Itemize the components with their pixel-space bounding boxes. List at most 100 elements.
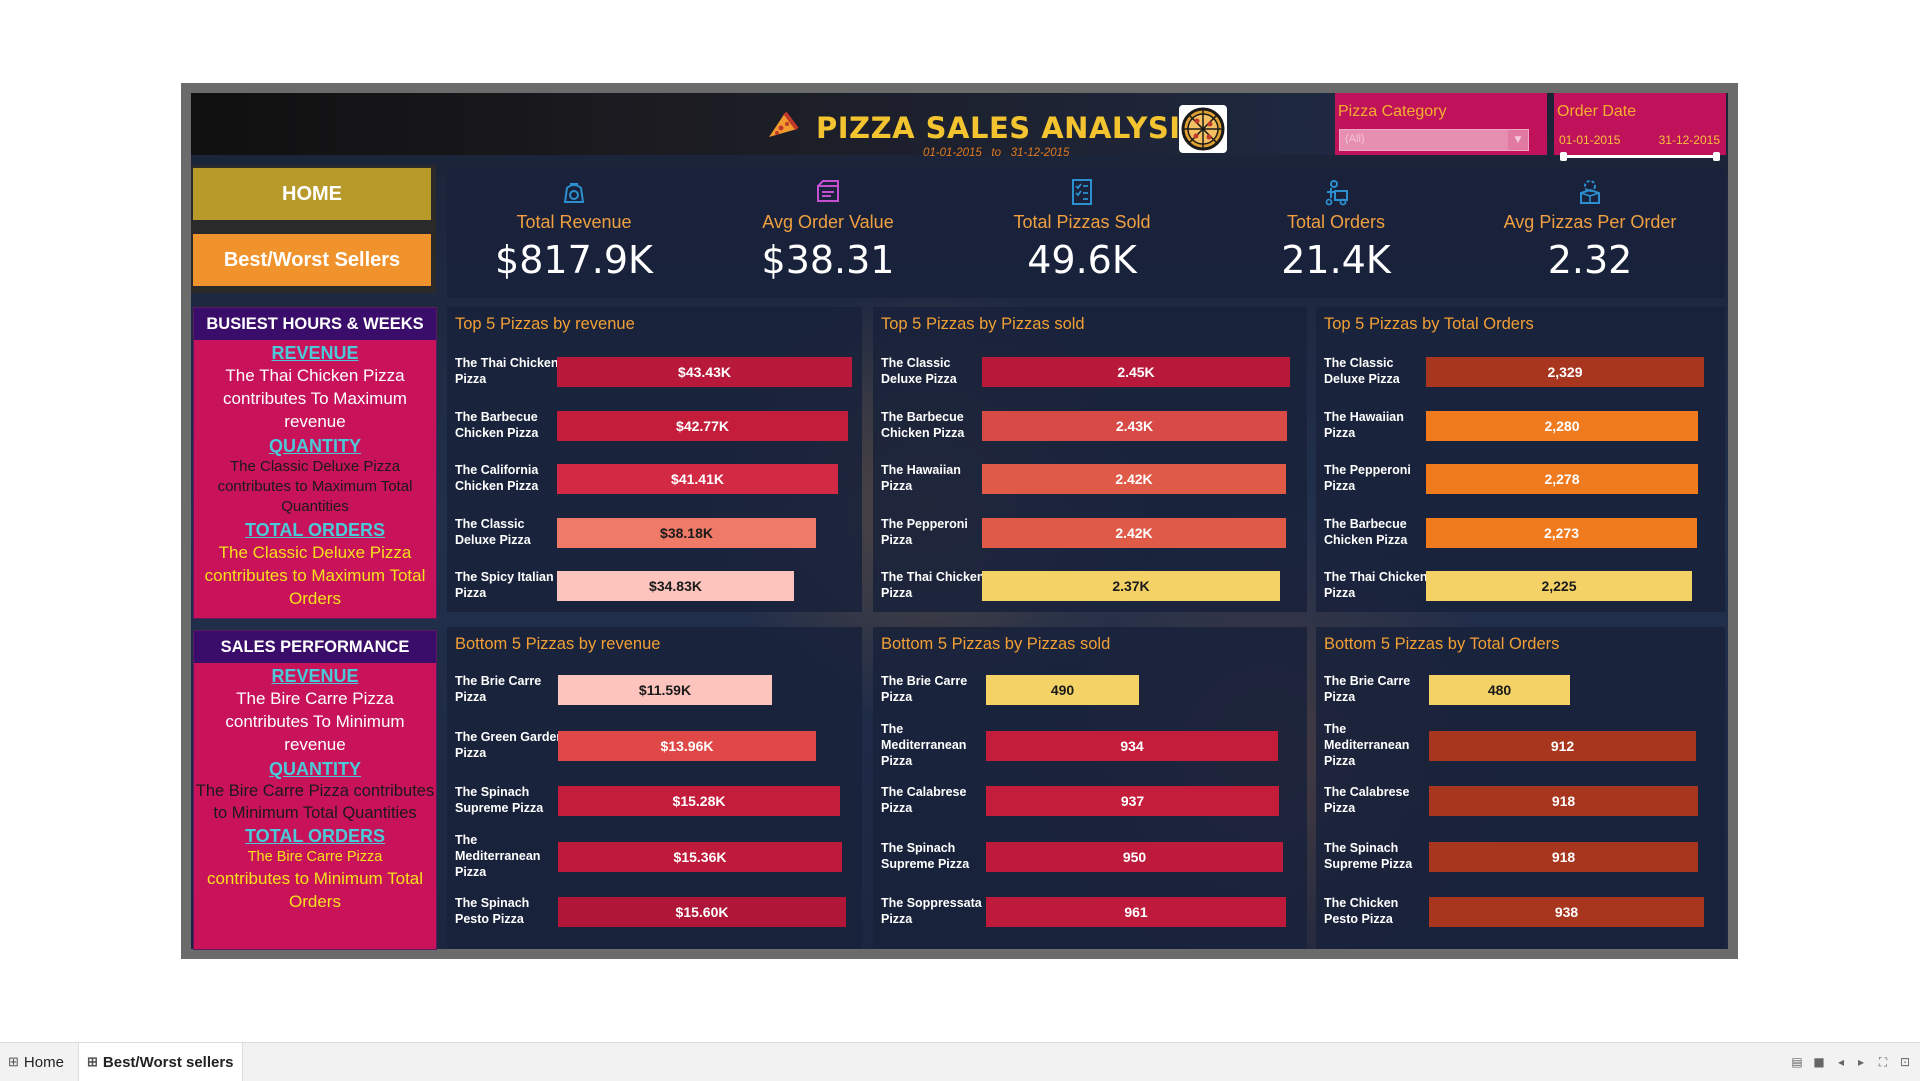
bar-category-label: The Spinach Supreme Pizza: [881, 840, 970, 871]
next-sheet-icon[interactable]: ▸: [1854, 1055, 1868, 1069]
date-range-slider[interactable]: [1562, 155, 1718, 158]
bar[interactable]: 934: [986, 730, 1278, 761]
chart-title: Top 5 Pizzas by Pizzas sold: [881, 315, 1085, 333]
bar[interactable]: 2.42K: [982, 517, 1286, 548]
busiest-quantity-text: The Classic Deluxe Pizza contributes to …: [217, 458, 413, 515]
home-button[interactable]: HOME: [193, 168, 431, 220]
chevron-down-icon[interactable]: ▼: [1508, 130, 1528, 150]
bar-value-label: $13.96K: [660, 737, 714, 754]
fullscreen-icon[interactable]: ⛶: [1876, 1055, 1890, 1069]
bar-row: The Spinach Pesto Pizza $15.60K: [447, 889, 862, 933]
bar-row: The Calabrese Pizza 918: [1316, 778, 1725, 822]
chart-title: Bottom 5 Pizzas by Pizzas sold: [881, 635, 1111, 653]
sales-performance-card: SALES PERFORMANCE REVENUE The Bire Carre…: [193, 630, 437, 950]
bar[interactable]: $15.36K: [558, 841, 842, 872]
bar[interactable]: 2.43K: [982, 410, 1287, 441]
best-worst-sellers-button[interactable]: Best/Worst Sellers: [193, 234, 431, 286]
bar-row: The Mediterranean Pizza $15.36K: [447, 832, 862, 879]
bar-value-label: 2.45K: [1117, 364, 1155, 380]
money-bag-icon: [563, 183, 585, 203]
bar[interactable]: $43.43K: [557, 357, 852, 387]
bar-value-label: 2,329: [1547, 364, 1583, 380]
bar-category-label: The Brie Carre Pizza: [455, 674, 542, 704]
bar[interactable]: 2,329: [1426, 357, 1704, 387]
grid-icon: ⊞: [87, 1054, 98, 1069]
previous-sheet-icon[interactable]: ◂: [1834, 1055, 1848, 1069]
kpi-value: $817.9K: [495, 238, 653, 282]
date-slider-end-handle[interactable]: [1713, 152, 1720, 161]
bar[interactable]: $34.83K: [557, 571, 794, 601]
pizza-category-value: (All): [1345, 133, 1365, 145]
order-date-filter: Order Date 01-01-2015 31-12-2015: [1554, 93, 1726, 161]
tab-home[interactable]: ⊞ Home: [8, 1043, 64, 1081]
bar-row: The Chicken Pesto Pizza 938: [1316, 889, 1725, 933]
checklist-icon: [1072, 179, 1092, 205]
bar[interactable]: 2,273: [1426, 517, 1697, 548]
bar-category-label: The Mediterranean Pizza: [455, 832, 541, 879]
bar-category-label: The Classic Deluxe Pizza: [881, 356, 957, 386]
busiest-orders-heading: TOTAL ORDERS: [244, 520, 385, 540]
bar[interactable]: 2,278: [1426, 464, 1698, 494]
bar[interactable]: $11.59K: [558, 675, 772, 705]
pizza-category-label: Pizza Category: [1338, 103, 1447, 120]
bar-value-label: 2,273: [1543, 524, 1580, 541]
bar[interactable]: 912: [1429, 730, 1696, 761]
bar-value-label: 912: [1550, 737, 1575, 754]
bar-category-label: The Spicy Italian Pizza: [455, 570, 554, 600]
pizza-logo-icon: [1179, 105, 1227, 153]
date-range-subtitle: 01-01-2015 to 31-12-2015: [923, 147, 1070, 159]
bar-category-label: The Classic Deluxe Pizza: [455, 516, 531, 547]
bar-category-label: The Pepperoni Pizza: [1324, 463, 1411, 493]
bar-row: The Spinach Supreme Pizza 918: [1316, 834, 1725, 878]
bar[interactable]: 480: [1429, 675, 1570, 705]
bar[interactable]: $15.60K: [558, 897, 846, 927]
bar-row: The Pepperoni Pizza 2,278: [1316, 456, 1725, 500]
bar[interactable]: 490: [986, 675, 1139, 705]
bar[interactable]: 918: [1429, 841, 1698, 872]
bar-row: The Brie Carre Pizza 480: [1316, 667, 1725, 711]
bar[interactable]: 2,280: [1426, 410, 1698, 441]
bar-value-label: $34.83K: [649, 578, 702, 594]
pizza-category-dropdown[interactable]: (All) ▼: [1339, 129, 1529, 151]
view-single-icon[interactable]: ■: [1812, 1055, 1826, 1069]
bar[interactable]: $42.77K: [557, 410, 848, 441]
sales-quantity-heading: QUANTITY: [269, 759, 361, 779]
bar[interactable]: 2.45K: [982, 357, 1290, 387]
bar-category-label: The Brie Carre Pizza: [881, 674, 968, 704]
bar-value-label: $38.18K: [660, 524, 713, 541]
pizza-slice-icon: [769, 111, 799, 137]
bar-category-label: The Green Garden Pizza: [455, 729, 565, 760]
tab-label: Best/Worst sellers: [102, 1053, 234, 1071]
tab-best-worst-sellers[interactable]: ⊞ Best/Worst sellers: [78, 1043, 243, 1081]
bar[interactable]: 961: [986, 897, 1286, 927]
kpi-total-orders: Total Orders 21.4K: [1209, 168, 1463, 298]
top5-pizzas-sold-chart: Top 5 Pizzas by Pizzas sold The Classic …: [873, 307, 1307, 612]
dashboard: PIZZA SALES ANALYSIS 01-01-2015 to 31-12…: [181, 83, 1738, 959]
bar[interactable]: 950: [986, 841, 1283, 872]
date-slider-start-handle[interactable]: [1560, 152, 1567, 161]
bar[interactable]: 2,225: [1426, 571, 1692, 601]
bar-category-label: The Pepperoni Pizza: [881, 516, 968, 547]
bar[interactable]: 2.42K: [982, 464, 1286, 494]
bar-row: The Calabrese Pizza 937: [873, 778, 1307, 822]
bar-category-label: The Hawaiian Pizza: [1324, 409, 1404, 440]
bar[interactable]: 938: [1429, 897, 1704, 927]
bar-row: The Barbecue Chicken Pizza 2,273: [1316, 510, 1725, 554]
bar[interactable]: 918: [1429, 786, 1698, 816]
bar[interactable]: $38.18K: [557, 517, 816, 548]
kpi-total-revenue: Total Revenue $817.9K: [447, 168, 701, 298]
bottom5-pizzas-sold-chart: Bottom 5 Pizzas by Pizzas sold The Brie …: [873, 627, 1307, 949]
bar[interactable]: $41.41K: [557, 464, 838, 494]
kpi-panel: Total Revenue $817.9K Avg Order Value $3…: [447, 168, 1725, 298]
bar-row: The Pepperoni Pizza 2.42K: [873, 510, 1307, 554]
bar[interactable]: 2.37K: [982, 571, 1280, 601]
present-icon[interactable]: ⊡: [1898, 1055, 1912, 1069]
bar[interactable]: 937: [986, 786, 1279, 816]
bar[interactable]: $13.96K: [558, 730, 816, 761]
tab-label: Home: [23, 1053, 64, 1071]
view-list-icon[interactable]: ▤: [1790, 1055, 1804, 1069]
bar-category-label: The Barbecue Chicken Pizza: [881, 409, 965, 440]
bar-value-label: 2,280: [1544, 417, 1580, 434]
bar-value-label: $15.36K: [673, 848, 727, 865]
bar[interactable]: $15.28K: [558, 786, 840, 816]
